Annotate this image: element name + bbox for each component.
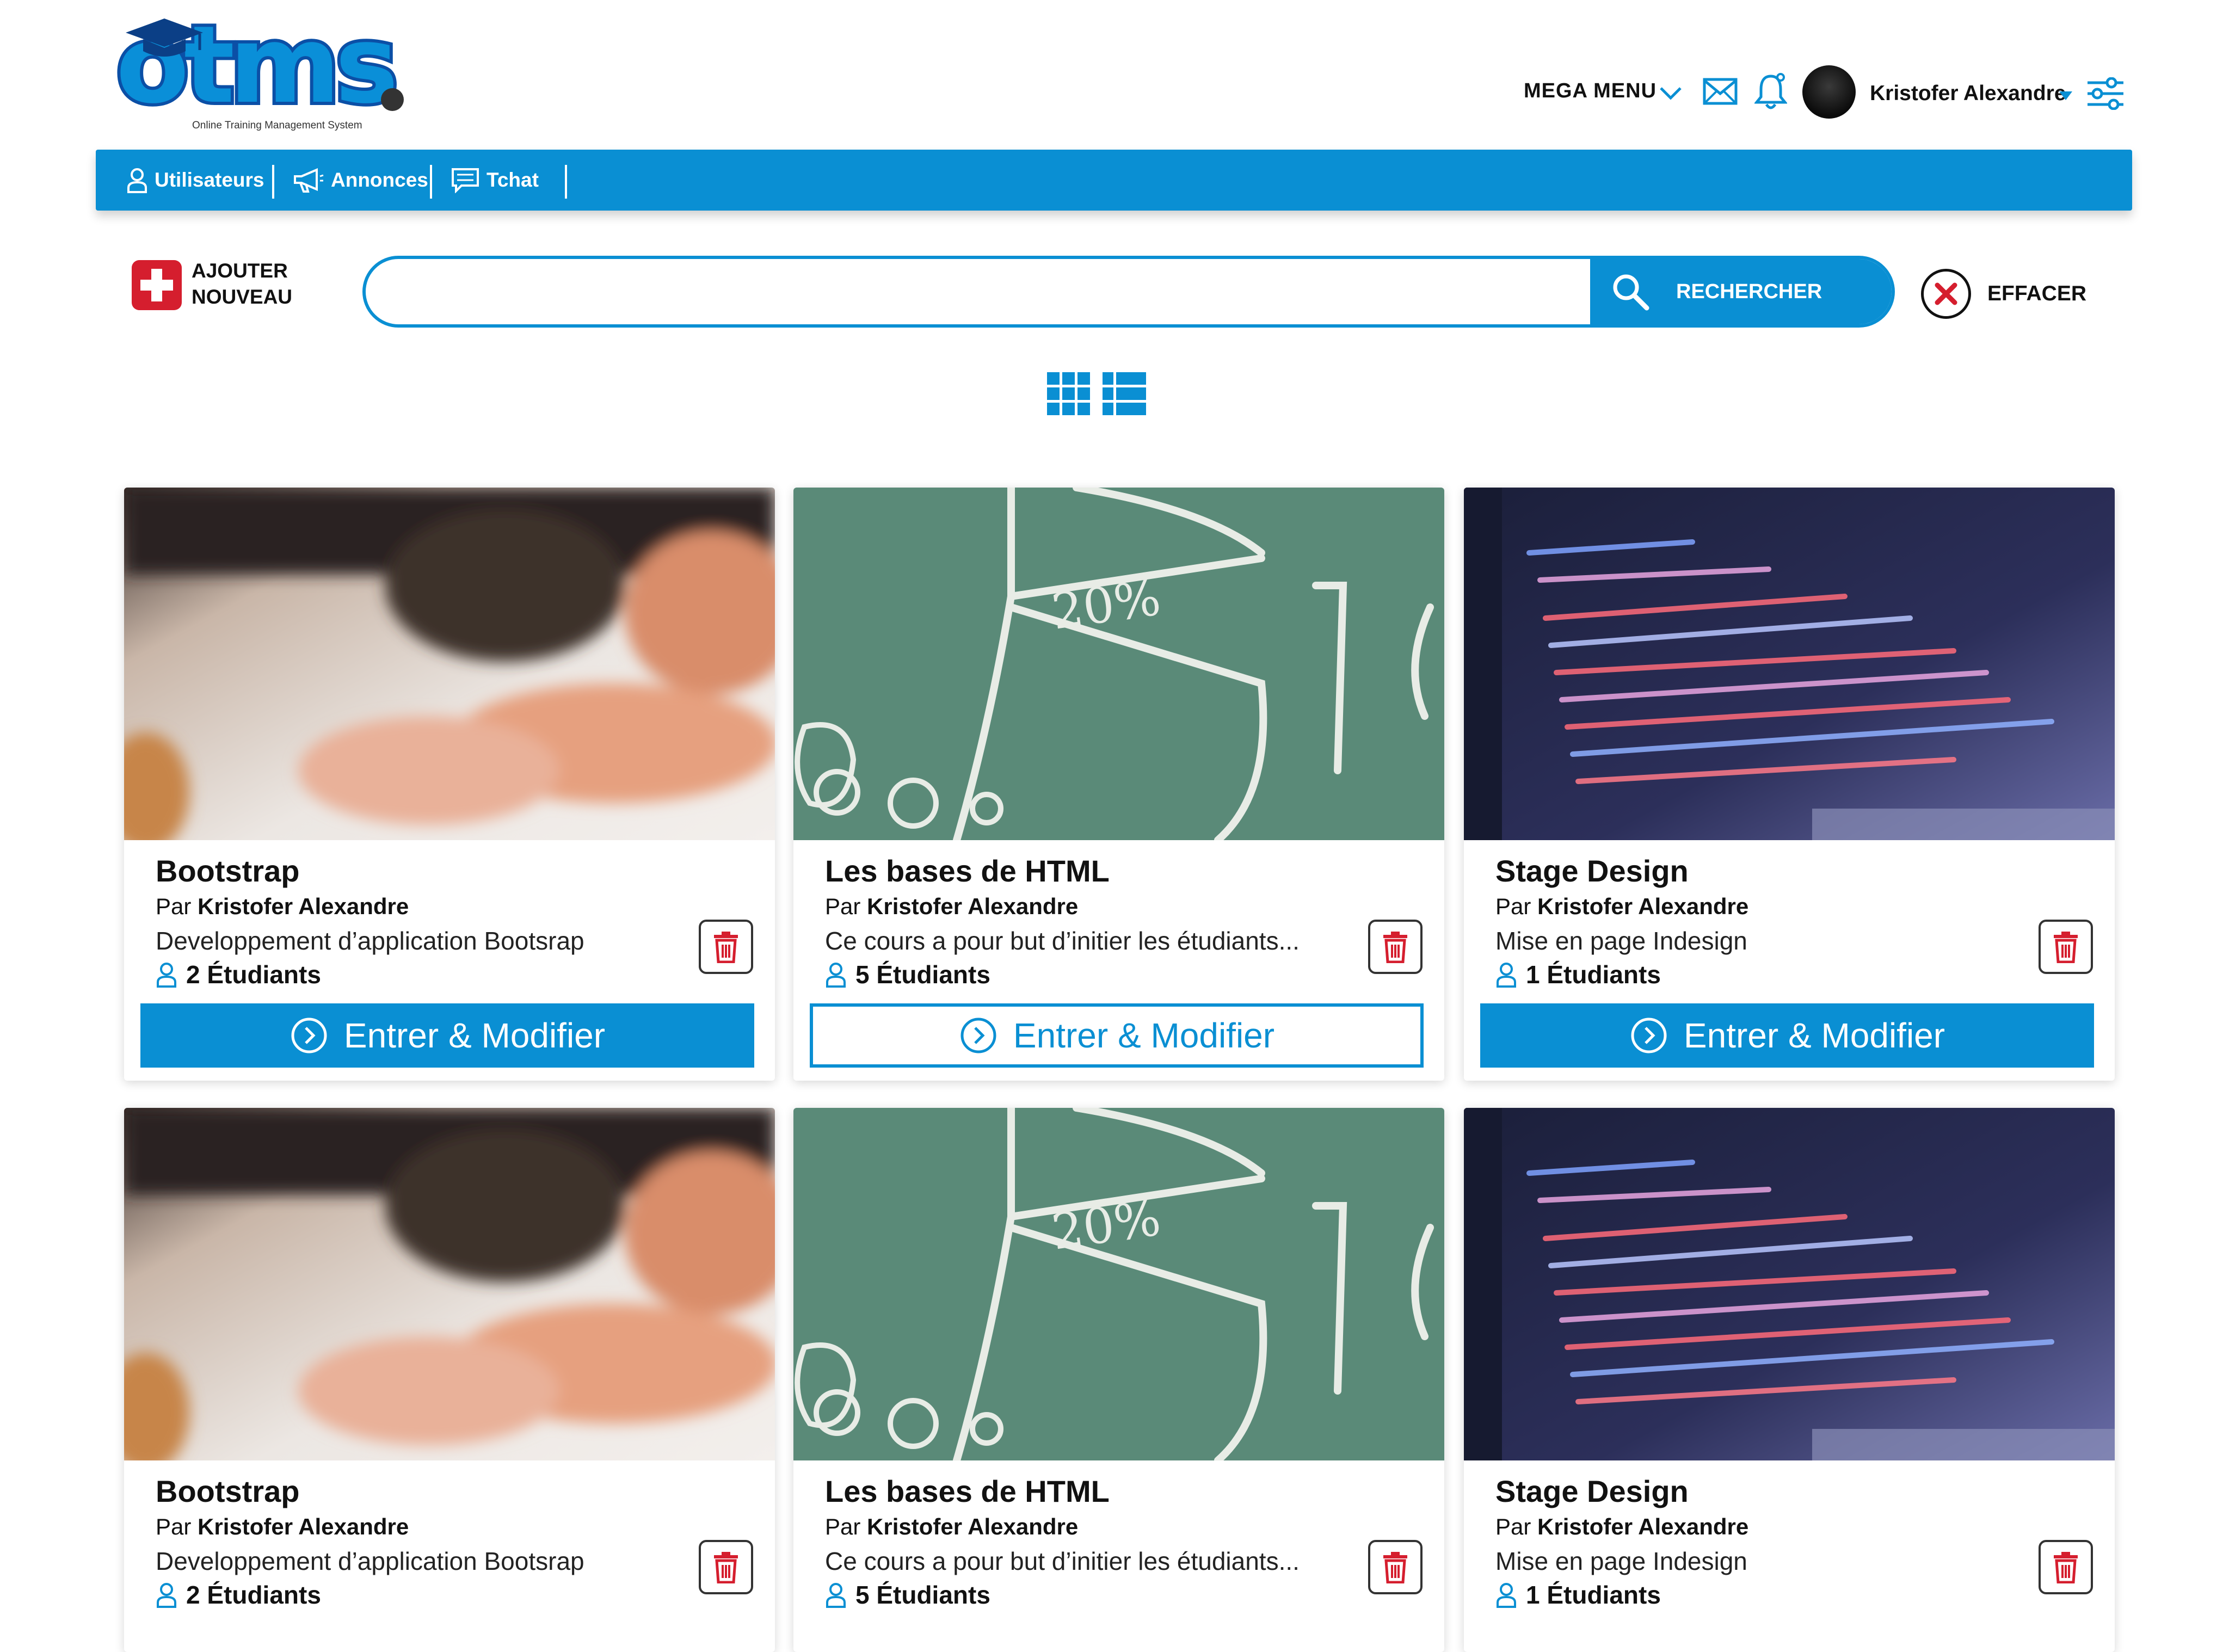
course-description: Ce cours a pour but d’initier les étudia…	[825, 1547, 1300, 1575]
enter-edit-button[interactable]: Entrer & Modifier	[1480, 1003, 2094, 1068]
trash-icon	[714, 1552, 738, 1583]
student-count: 2 Étudiants	[156, 1580, 321, 1610]
search-input[interactable]	[382, 259, 1603, 324]
user-icon	[826, 1583, 846, 1608]
enter-edit-button[interactable]: Entrer & Modifier	[810, 1003, 1424, 1068]
user-icon	[157, 1583, 176, 1608]
course-author: Par Kristofer Alexandre	[825, 1514, 1079, 1539]
course-author: Par Kristofer Alexandre	[825, 893, 1079, 919]
avatar[interactable]	[1802, 65, 1856, 119]
course-description: Mise en page Indesign	[1495, 927, 1747, 955]
user-icon	[127, 168, 147, 193]
delete-button[interactable]	[2039, 920, 2093, 974]
search-icon	[1613, 274, 1649, 311]
user-icon	[1497, 963, 1516, 988]
nav-item-tchat[interactable]: Tchat	[451, 150, 539, 211]
main-navbar: Utilisateurs Annonces Tchat	[96, 150, 2132, 211]
course-author: Par Kristofer Alexandre	[1495, 893, 1749, 919]
add-new-button[interactable]: AJOUTER NOUVEAU	[132, 258, 295, 312]
course-author: Par Kristofer Alexandre	[156, 893, 409, 919]
student-count: 1 Étudiants	[1495, 1580, 1661, 1610]
mail-icon[interactable]	[1702, 76, 1738, 107]
graduation-cap-icon	[126, 19, 203, 57]
course-card: Stage Design Par Kristofer Alexandre Mis…	[1464, 488, 2115, 1081]
trash-icon	[2054, 1552, 2078, 1583]
mega-menu-label[interactable]: MEGA MENU	[1524, 79, 1657, 103]
course-thumbnail-typing	[124, 1108, 775, 1460]
enter-edit-button[interactable]: Entrer & Modifier	[140, 1003, 754, 1068]
course-title[interactable]: Stage Design	[1495, 1474, 1689, 1509]
search-bar: RECHERCHER	[362, 256, 1895, 328]
delete-button[interactable]	[699, 920, 753, 974]
delete-button[interactable]	[1368, 920, 1423, 974]
settings-sliders-icon[interactable]	[2085, 77, 2126, 110]
plus-icon	[132, 260, 182, 310]
chevron-right-circle-icon	[960, 1018, 996, 1053]
user-name[interactable]: Kristofer Alexandre	[1870, 82, 2066, 106]
nav-label: Annonces	[331, 169, 428, 191]
nav-label: Tchat	[487, 169, 539, 191]
course-thumbnail-typing	[124, 488, 775, 840]
trash-icon	[2054, 932, 2078, 963]
megaphone-icon	[294, 168, 324, 193]
course-card: Bootstrap Par Kristofer Alexandre Develo…	[124, 1108, 775, 1652]
course-author: Par Kristofer Alexandre	[1495, 1514, 1749, 1539]
course-card: Stage Design Par Kristofer Alexandre Mis…	[1464, 1108, 2115, 1652]
bell-icon[interactable]	[1754, 72, 1787, 111]
chat-icon	[452, 168, 479, 193]
grid-view-icon[interactable]	[1047, 372, 1091, 416]
course-thumbnail-code	[1464, 488, 2115, 840]
caret-down-icon[interactable]	[2058, 90, 2073, 101]
close-icon	[1921, 269, 1971, 319]
user-icon	[157, 963, 176, 988]
nav-item-annonces[interactable]: Annonces	[293, 150, 428, 211]
list-view-icon[interactable]	[1103, 372, 1146, 416]
course-card: 20% Les bases de HTML Par Kristofer Alex…	[793, 488, 1444, 1081]
nav-divider	[272, 165, 274, 199]
user-icon	[1497, 1583, 1516, 1608]
student-count: 5 Étudiants	[825, 960, 990, 989]
logo-dot	[381, 88, 404, 111]
search-button-label: RECHERCHER	[1676, 280, 1822, 303]
chevron-right-circle-icon	[1631, 1018, 1667, 1053]
logo-tagline: Online Training Management System	[192, 120, 362, 131]
user-icon	[826, 963, 846, 988]
course-title[interactable]: Stage Design	[1495, 853, 1689, 889]
student-count: 1 Étudiants	[1495, 960, 1661, 989]
nav-divider	[565, 165, 567, 199]
course-title[interactable]: Les bases de HTML	[825, 1474, 1110, 1509]
nav-label: Utilisateurs	[155, 169, 264, 191]
student-count: 2 Étudiants	[156, 960, 321, 989]
nav-divider	[430, 165, 432, 199]
course-description: Developpement d’application Bootsrap	[156, 1547, 584, 1575]
student-count: 5 Étudiants	[825, 1580, 990, 1610]
search-button[interactable]: RECHERCHER	[1590, 259, 1892, 324]
add-new-label: AJOUTER NOUVEAU	[192, 260, 293, 308]
course-description: Mise en page Indesign	[1495, 1547, 1747, 1575]
course-card: 20% Les bases de HTML Par Kristofer Alex…	[793, 1108, 1444, 1652]
trash-icon	[1383, 932, 1407, 963]
clear-button-label: EFFACER	[1987, 282, 2087, 305]
delete-button[interactable]	[2039, 1540, 2093, 1594]
chevron-down-icon[interactable]	[1658, 82, 1684, 103]
delete-button[interactable]	[1368, 1540, 1423, 1594]
trash-icon	[714, 932, 738, 963]
course-author: Par Kristofer Alexandre	[156, 1514, 409, 1539]
course-title[interactable]: Bootstrap	[156, 1474, 299, 1509]
course-thumbnail-chalkboard: 20%	[793, 1108, 1444, 1460]
nav-item-utilisateurs[interactable]: Utilisateurs	[126, 150, 264, 211]
course-description: Ce cours a pour but d’initier les étudia…	[825, 927, 1300, 955]
delete-button[interactable]	[699, 1540, 753, 1594]
course-description: Developpement d’application Bootsrap	[156, 927, 584, 955]
course-thumbnail-chalkboard: 20%	[793, 488, 1444, 840]
trash-icon	[1383, 1552, 1407, 1583]
course-thumbnail-code	[1464, 1108, 2115, 1460]
course-title[interactable]: Les bases de HTML	[825, 853, 1110, 889]
otms-logo[interactable]: otms Online Training Management System	[112, 9, 416, 137]
course-title[interactable]: Bootstrap	[156, 853, 299, 889]
chevron-right-circle-icon	[291, 1018, 327, 1053]
course-card: Bootstrap Par Kristofer Alexandre Develo…	[124, 488, 775, 1081]
clear-button[interactable]: EFFACER	[1921, 267, 2117, 321]
